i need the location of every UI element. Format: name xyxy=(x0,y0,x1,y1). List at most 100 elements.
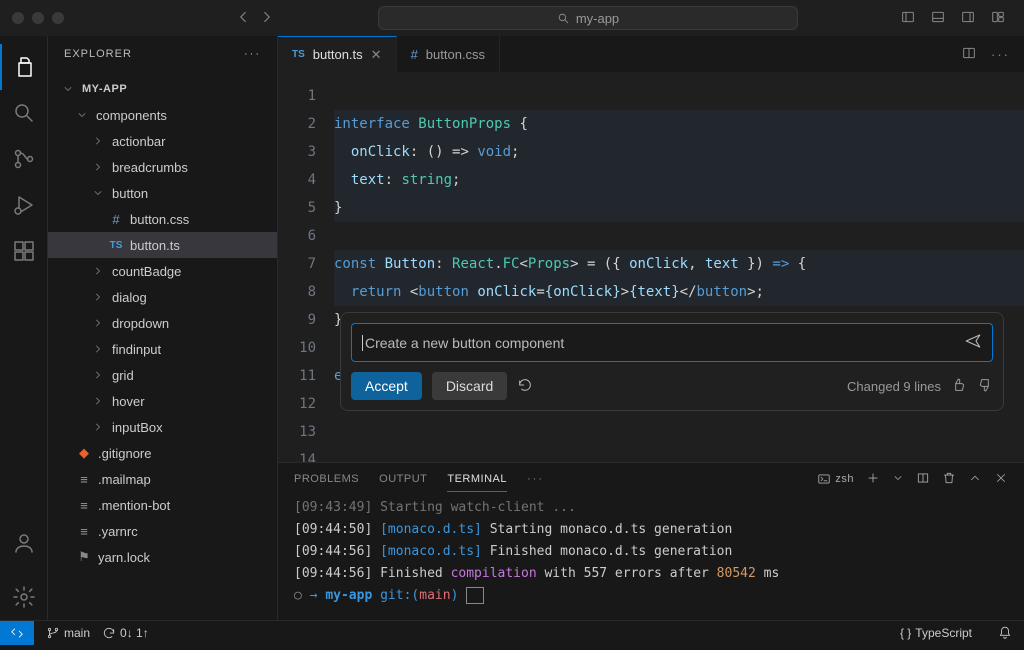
panel-close-icon[interactable] xyxy=(994,471,1008,488)
thumbs-down-icon[interactable] xyxy=(977,377,993,396)
tree-file[interactable]: TS button.ts xyxy=(48,232,277,258)
tree-item-label: yarn.lock xyxy=(98,550,150,565)
ts-file-icon: TS xyxy=(108,240,124,251)
status-language[interactable]: { }TypeScript xyxy=(900,626,972,640)
tree-item-label: actionbar xyxy=(112,134,165,149)
panel-tab-problems[interactable]: PROBLEMS xyxy=(294,467,359,491)
line-gutter: 123456789101112131415 xyxy=(278,72,334,462)
explorer-more-icon[interactable]: ··· xyxy=(244,48,261,60)
command-center[interactable]: my-app xyxy=(378,6,798,30)
status-notifications[interactable] xyxy=(998,626,1012,640)
tree-folder[interactable]: dropdown xyxy=(48,310,277,336)
chevron-icon xyxy=(92,135,106,147)
panel-more-icon[interactable]: ··· xyxy=(527,473,544,485)
terminal-kill-icon[interactable] xyxy=(942,471,956,488)
chevron-icon xyxy=(92,395,106,407)
tree-file[interactable]: ⚑yarn.lock xyxy=(48,544,277,570)
thumbs-up-icon[interactable] xyxy=(951,377,967,396)
search-label: my-app xyxy=(576,11,619,26)
file-icon: ≡ xyxy=(76,498,92,513)
tree-folder[interactable]: components xyxy=(48,102,277,128)
tree-item-label: findinput xyxy=(112,342,161,357)
tree-root[interactable]: MY-APP xyxy=(48,76,277,102)
nav-forward[interactable] xyxy=(258,8,276,29)
tree-folder[interactable]: countBadge xyxy=(48,258,277,284)
tree-item-label: .gitignore xyxy=(98,446,151,461)
css-file-icon: # xyxy=(108,212,124,227)
panel-tab-terminal[interactable]: TERMINAL xyxy=(447,467,507,492)
accept-button[interactable]: Accept xyxy=(351,372,422,400)
chevron-icon xyxy=(92,161,106,173)
tree-item-label: inputBox xyxy=(112,420,163,435)
tree-folder[interactable]: breadcrumbs xyxy=(48,154,277,180)
maximize-window[interactable] xyxy=(52,12,64,24)
tree-folder[interactable]: findinput xyxy=(48,336,277,362)
tree-item-label: components xyxy=(96,108,167,123)
chevron-icon xyxy=(92,187,106,199)
chevron-icon xyxy=(92,421,106,433)
tree-item-label: dialog xyxy=(112,290,147,305)
terminal-split-icon[interactable] xyxy=(916,471,930,488)
tree-folder[interactable]: dialog xyxy=(48,284,277,310)
split-editor-icon[interactable] xyxy=(961,45,977,64)
rerun-icon[interactable] xyxy=(517,377,533,396)
activity-debug[interactable] xyxy=(0,182,48,228)
inline-chat-input[interactable]: Create a new button component xyxy=(351,323,993,362)
status-branch[interactable]: main xyxy=(46,626,90,640)
minimize-window[interactable] xyxy=(32,12,44,24)
tree-item-label: grid xyxy=(112,368,134,383)
editor-tab[interactable]: #button.css xyxy=(397,36,501,72)
editor-tab[interactable]: TSbutton.ts✕ xyxy=(278,36,397,72)
file-icon: ≡ xyxy=(76,472,92,487)
layout-toggle-primary-icon[interactable] xyxy=(900,9,916,28)
remote-indicator[interactable] xyxy=(0,621,34,645)
tree-folder[interactable]: button xyxy=(48,180,277,206)
tab-close-icon[interactable]: ✕ xyxy=(371,47,382,63)
chevron-icon xyxy=(92,265,106,277)
layout-toggle-panel-icon[interactable] xyxy=(930,9,946,28)
activity-explorer[interactable] xyxy=(0,44,48,90)
tree-folder[interactable]: actionbar xyxy=(48,128,277,154)
inline-chat: Create a new button component Accept Dis… xyxy=(340,312,1004,411)
status-sync[interactable]: 0↓ 1↑ xyxy=(102,626,149,640)
nav-back[interactable] xyxy=(234,8,252,29)
tree-folder[interactable]: hover xyxy=(48,388,277,414)
activity-settings[interactable] xyxy=(0,574,48,620)
activity-extensions[interactable] xyxy=(0,228,48,274)
panel-tab-output[interactable]: OUTPUT xyxy=(379,467,427,491)
layout-customize-icon[interactable] xyxy=(990,9,1006,28)
file-tree: MY-APP componentsactionbarbreadcrumbsbut… xyxy=(48,72,277,620)
tree-file[interactable]: ≡.mailmap xyxy=(48,466,277,492)
panel-maximize-icon[interactable] xyxy=(968,471,982,488)
ts-file-icon: TS xyxy=(292,49,305,60)
explorer-sidebar: EXPLORER ··· MY-APP componentsactionbarb… xyxy=(48,36,278,620)
terminal-new-icon[interactable] xyxy=(866,471,880,488)
close-window[interactable] xyxy=(12,12,24,24)
layout-toggle-secondary-icon[interactable] xyxy=(960,9,976,28)
tab-label: button.css xyxy=(426,47,485,62)
titlebar: my-app xyxy=(0,0,1024,36)
tree-file[interactable]: # button.css xyxy=(48,206,277,232)
search-icon xyxy=(557,12,570,25)
terminal-launch-profile[interactable]: zsh xyxy=(817,472,854,486)
tree-item-label: button.ts xyxy=(130,238,180,253)
tree-file[interactable]: ◆ .gitignore xyxy=(48,440,277,466)
tree-folder[interactable]: inputBox xyxy=(48,414,277,440)
activity-account[interactable] xyxy=(0,520,48,566)
git-file-icon: ◆ xyxy=(76,445,92,461)
editor-tabs: TSbutton.ts✕#button.css ··· xyxy=(278,36,1024,72)
tree-file[interactable]: ≡.yarnrc xyxy=(48,518,277,544)
terminal-dropdown-icon[interactable] xyxy=(892,472,904,487)
editor-more-icon[interactable]: ··· xyxy=(991,47,1010,62)
tree-item-label: dropdown xyxy=(112,316,169,331)
tree-item-label: button.css xyxy=(130,212,189,227)
chevron-icon xyxy=(92,369,106,381)
activity-scm[interactable] xyxy=(0,136,48,182)
discard-button[interactable]: Discard xyxy=(432,372,507,400)
activity-search[interactable] xyxy=(0,90,48,136)
tree-folder[interactable]: grid xyxy=(48,362,277,388)
tree-file[interactable]: ≡.mention-bot xyxy=(48,492,277,518)
activity-bar xyxy=(0,36,48,620)
terminal-body[interactable]: [09:43:49] Starting watch-client ... [09… xyxy=(278,495,1024,620)
send-icon[interactable] xyxy=(964,332,982,353)
